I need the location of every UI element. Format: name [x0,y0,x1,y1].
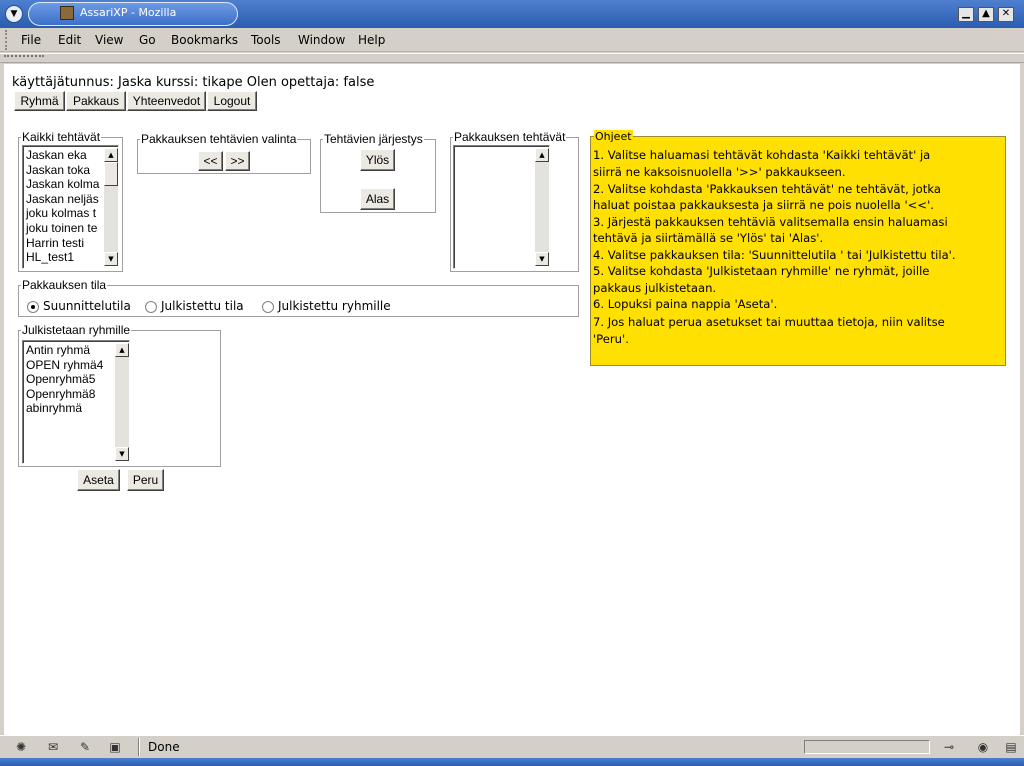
close-button[interactable]: ✕ [998,7,1014,22]
task-list-item[interactable]: Jaskan kolma [26,177,99,192]
scroll-down-arrow-icon[interactable]: ▼ [104,252,118,266]
state-published-groups-radio[interactable] [262,301,274,313]
task-list-item[interactable]: joku kolmas t [26,206,99,221]
package-selection-legend: Pakkauksen tehtävien valinta [141,132,297,146]
navigator-icon[interactable]: ✺ [12,740,30,754]
state-planning-label: Suunnittelutila [43,299,131,313]
state-published-radio[interactable] [145,301,157,313]
status-text: Done [148,740,180,754]
help-text-line: 4. Valitse pakkauksen tila: 'Suunnittelu… [593,248,956,262]
remove-from-package-button[interactable]: << [198,151,223,171]
composer-icon[interactable]: ✎ [76,740,94,754]
help-text-line: 1. Valitse haluamasi tehtävät kohdasta '… [593,148,931,162]
menu-view[interactable]: View [95,33,123,47]
nav-logout-button[interactable]: Logout [207,91,257,111]
security-lock-icon[interactable]: ▤ [1002,740,1020,754]
menu-tools[interactable]: Tools [251,33,281,47]
nav-summaries-button[interactable]: Yhteenvedot [127,91,206,111]
task-list-item[interactable]: Harrin testi [26,236,99,251]
mail-icon[interactable]: ✉ [44,740,62,754]
page-content: käyttäjätunnus: Jaska kurssi: tikape Ole… [4,64,1020,735]
package-selection-group: Pakkauksen tehtävien valinta [137,132,311,174]
menu-edit[interactable]: Edit [58,33,81,47]
task-list-item[interactable]: HL_test1 [26,250,99,265]
group-list-item[interactable]: Antin ryhmä [26,343,103,358]
scroll-up-arrow-icon[interactable]: ▲ [115,343,129,357]
scroll-up-arrow-icon[interactable]: ▲ [104,148,118,162]
minimize-button[interactable]: ▁ [958,7,974,22]
group-list-item[interactable]: OPEN ryhmä4 [26,358,103,373]
package-tasks-listbox[interactable]: ▲ ▼ [453,145,550,269]
publish-groups-legend: Julkistetaan ryhmille [22,323,131,337]
task-list-item[interactable]: joku toinen te [26,221,99,236]
move-up-button[interactable]: Ylös [360,149,395,171]
help-text-line: 5. Valitse kohdasta 'Julkistetaan ryhmil… [593,264,930,278]
status-separator [138,738,140,756]
state-published-label: Julkistettu tila [161,299,244,313]
all-tasks-listbox[interactable]: Jaskan eka Jaskan toka Jaskan kolma Jaskan … [22,145,119,269]
package-tasks-legend: Pakkauksen tehtävät [454,130,566,144]
scroll-down-arrow-icon[interactable]: ▼ [115,447,129,461]
help-text-line: haluat poistaa pakkauksesta ja siirrä ne… [593,198,934,212]
group-list-item[interactable]: Openryhmä8 [26,387,103,402]
all-tasks-scrollbar[interactable]: ▲ ▼ [104,148,118,266]
state-published-groups-label: Julkistettu ryhmille [278,299,391,313]
help-text-line: pakkaus julkistetaan. [593,281,717,295]
address-book-icon[interactable]: ▣ [106,740,124,754]
group-list-item[interactable]: abinryhmä [26,401,103,416]
group-list-item[interactable]: Openryhmä5 [26,372,103,387]
task-list-item[interactable]: Jaskan neljäs [26,192,99,207]
nav-group-button[interactable]: Ryhmä [14,91,65,111]
window-title: AssariXP - Mozilla [80,6,177,19]
help-text-line: 3. Järjestä pakkauksen tehtäviä valitsem… [593,215,948,229]
set-button[interactable]: Aseta [77,469,120,491]
menubar-grip [5,30,10,50]
nav-package-button[interactable]: Pakkaus [66,91,126,111]
menu-bookmarks[interactable]: Bookmarks [171,33,238,47]
task-list-item[interactable]: Jaskan toka [26,163,99,178]
collapsed-toolbar [0,53,1024,63]
cancel-button[interactable]: Peru [127,469,164,491]
toolbar-grip[interactable] [4,55,44,61]
add-to-package-button[interactable]: >> [225,151,250,171]
user-info-line: käyttäjätunnus: Jaska kurssi: tikape Ole… [12,75,375,90]
help-text-line: 7. Jos haluat perua asetukset tai muutta… [593,315,945,329]
scroll-up-arrow-icon[interactable]: ▲ [535,148,549,162]
publish-groups-scrollbar[interactable]: ▲ ▼ [115,343,129,461]
state-planning-radio[interactable] [27,301,39,313]
window-bottom-border [0,758,1024,766]
online-connection-icon[interactable]: ⊸ [940,740,958,754]
help-text-line: tehtävä ja siirtämällä se 'Ylös' tai 'Al… [593,231,824,245]
menu-help[interactable]: Help [358,33,385,47]
maximize-button[interactable]: ▲ [978,7,994,22]
task-list-item[interactable]: Jaskan eka [26,148,99,163]
scroll-thumb[interactable] [104,162,118,186]
move-down-button[interactable]: Alas [360,188,395,210]
publish-groups-listbox[interactable]: Antin ryhmä OPEN ryhmä4 Openryhmä5 Openryhm… [22,340,130,464]
all-tasks-legend: Kaikki tehtävät [22,130,101,144]
package-tasks-scrollbar[interactable]: ▲ ▼ [535,148,549,266]
scroll-down-arrow-icon[interactable]: ▼ [535,252,549,266]
progress-bar [804,740,930,754]
menu-go[interactable]: Go [139,33,156,47]
task-order-legend: Tehtävien järjestys [324,132,423,146]
help-text-line: 'Peru'. [593,332,629,346]
package-state-legend: Pakkauksen tila [22,278,107,292]
app-icon [60,6,74,20]
help-text-line: 6. Lopuksi paina nappia 'Aseta'. [593,297,778,311]
menu-file[interactable]: File [21,33,41,47]
menu-window[interactable]: Window [298,33,345,47]
help-text-line: siirrä ne kaksoisnuolella '>>' pakkaukse… [593,165,846,179]
privacy-eye-icon[interactable]: ◉ [974,740,992,754]
help-text-line: 2. Valitse kohdasta 'Pakkauksen tehtävät… [593,182,941,196]
help-legend: Ohjeet [594,130,633,143]
window-menu-button[interactable]: ▼ [5,5,23,23]
